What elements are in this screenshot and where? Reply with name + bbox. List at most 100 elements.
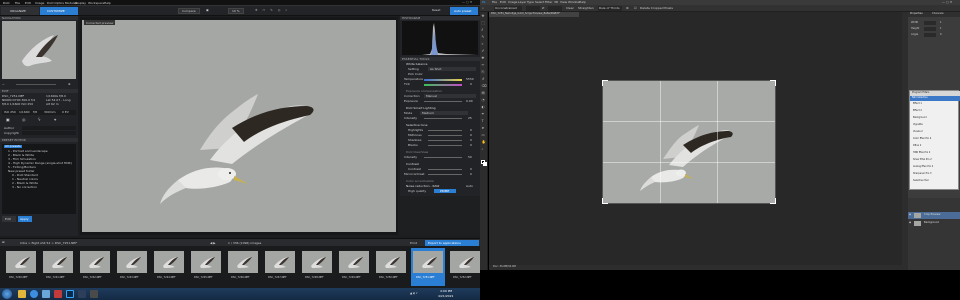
filmstrip-thumbnail[interactable]: DSC_7244.NEF — [152, 248, 186, 286]
menu-file[interactable]: File — [15, 1, 20, 5]
overlay-dropdown[interactable]: Rule of Thirds — [598, 6, 622, 11]
ps-menu-image[interactable]: Image — [508, 1, 517, 4]
tone-value[interactable]: 0 — [470, 144, 472, 147]
nav-arrows[interactable]: ◀ ▶ — [210, 241, 216, 245]
clear-button[interactable]: Clear — [566, 7, 574, 10]
properties-tab[interactable]: Properties — [910, 12, 923, 16]
taskbar-app-browser[interactable] — [30, 290, 38, 298]
taskbar-app-photoshop[interactable] — [66, 290, 74, 298]
contrast-title[interactable]: Contrast — [406, 163, 419, 166]
filmstrip-thumbnail[interactable]: DSC_7246.NEF — [226, 248, 260, 286]
filmstrip-thumbnail[interactable]: DSC_7240.NEF — [4, 248, 38, 286]
author-field[interactable] — [22, 126, 76, 130]
crop-handle[interactable] — [770, 198, 776, 204]
filmstrip-thumbnail[interactable]: DSC_7250.NEF — [374, 248, 408, 286]
high-quality-label[interactable]: High quality — [408, 190, 426, 193]
plugin-menu-item[interactable]: Selective Tool — [913, 179, 929, 182]
clock-time[interactable]: 4:09 PM — [440, 290, 452, 293]
correction-dropdown[interactable]: Manual — [424, 94, 476, 98]
contrast-slider[interactable] — [428, 169, 462, 170]
plugin-menu-item[interactable]: Sharpener Pro 3 — [913, 172, 932, 175]
reset-button[interactable]: Reset — [428, 8, 446, 14]
dodge-icon[interactable]: ◐ — [482, 105, 485, 110]
width-input[interactable] — [526, 6, 540, 11]
plugin-menu-item[interactable]: Silver Efex Pro 2 — [913, 158, 932, 161]
document-tab[interactable]: DSC_7251_NeCollga_G1/U_Scrgs Preview_Ba8… — [489, 12, 579, 17]
intensity-slider[interactable] — [424, 118, 462, 119]
selective-tone-title[interactable]: Selective tone — [406, 124, 427, 127]
tone-value[interactable]: 0 — [470, 129, 472, 132]
ps-menu-select[interactable]: Select — [535, 1, 544, 4]
background-color-swatch[interactable] — [483, 162, 487, 166]
crop-handle[interactable] — [602, 80, 608, 86]
layer-visibility-eye-icon[interactable]: ◉ — [909, 213, 911, 217]
zoom-field[interactable]: 10 % — [228, 8, 244, 14]
zoom-out-icon[interactable]: − — [2, 83, 5, 86]
microcontrast-slider[interactable] — [428, 174, 462, 175]
tab-customize[interactable]: CUSTOMIZE — [40, 7, 78, 15]
ps-window-controls[interactable]: — ▢ ✕ — [942, 0, 952, 4]
compare-button[interactable]: Compare — [178, 8, 200, 14]
mode-dropdown[interactable]: Medium — [420, 111, 468, 115]
history-brush-icon[interactable]: ↺ — [482, 77, 485, 82]
menu-image[interactable]: Image — [35, 1, 44, 5]
shape-tool-icon[interactable]: ▭ — [482, 133, 485, 138]
filmstrip-thumbnail[interactable]: DSC_7243.NEF — [115, 248, 149, 286]
plugin-menu-item[interactable]: Vignette — [913, 123, 923, 126]
hand-tool-icon[interactable]: ✋ — [482, 140, 486, 145]
ps-menu-help[interactable]: Help — [579, 1, 586, 4]
ps-menu-file[interactable]: File — [492, 1, 497, 4]
toolbar-tool-icons[interactable]: ✥ ▭ ✎ ◎ ⌖ — [255, 8, 289, 12]
height-input[interactable] — [548, 6, 562, 11]
edit-preset-button[interactable]: Edit — [2, 216, 16, 222]
plugin-menu-item[interactable]: Analog Efex Pro 2 — [913, 165, 933, 168]
filmstrip-thumbnail[interactable]: DSC_7248.NEF — [300, 248, 334, 286]
fit-icon[interactable]: ▣ — [206, 9, 209, 12]
filmstrip-thumbnail[interactable]: DSC_7242.NEF — [78, 248, 112, 286]
tone-slider[interactable] — [428, 135, 462, 136]
microcontrast-value[interactable]: 0 — [470, 173, 472, 176]
preset-item[interactable]: 3 - No correction — [12, 186, 37, 189]
temperature-slider[interactable] — [424, 79, 462, 81]
ps-menu-edit[interactable]: Edit — [500, 1, 506, 4]
tone-value[interactable]: 0 — [470, 134, 472, 137]
prop-input[interactable] — [924, 21, 936, 25]
ps-menu-filter[interactable]: Filter — [545, 1, 552, 4]
taskbar-app-misc[interactable] — [90, 290, 98, 298]
color-accent-title[interactable]: Color accentuation — [406, 180, 434, 183]
taskbar-app-lightroom[interactable] — [78, 290, 86, 298]
smart-lighting-title[interactable]: DxO Smart Lighting — [406, 107, 436, 110]
zoom-slider[interactable] — [16, 84, 56, 85]
zoom-in-icon[interactable]: ⊕ — [68, 83, 71, 86]
ps-menu-3d[interactable]: 3D — [554, 1, 558, 4]
taskbar-app-explorer[interactable] — [18, 290, 26, 298]
menu-optics[interactable]: DxO Optics Modules — [47, 1, 77, 5]
ratio-dropdown[interactable]: Unconstrained — [494, 6, 522, 11]
navigator-zoom-bar[interactable]: − ⊕ — [2, 82, 76, 87]
plugin-submenu-header[interactable]: Nik Collection — [910, 96, 960, 101]
crop-tool-icon[interactable]: ⌗ — [482, 6, 484, 10]
ps-menu-layer[interactable]: Layer — [518, 1, 526, 4]
filmstrip-thumbnail[interactable]: DSC_7245.NEF — [189, 248, 223, 286]
move-tool-icon[interactable]: ✥ — [482, 14, 485, 19]
pick-color-label[interactable]: Pick Color — [408, 73, 423, 76]
clearview-title[interactable]: DxO ClearView — [406, 151, 428, 154]
ps-menu-type[interactable]: Type — [527, 1, 534, 4]
settings-gear-icon[interactable]: ⚙ — [626, 6, 629, 10]
layer-row[interactable]: ◉ Background — [908, 220, 960, 227]
filmstrip-thumbnail[interactable]: DSC_7251.NEF — [411, 248, 445, 286]
ps-canvas[interactable] — [602, 80, 776, 204]
image-viewer[interactable]: Corrected preview — [80, 17, 398, 235]
plugin-menu-item[interactable]: Dfine 2 — [913, 144, 921, 147]
lasso-tool-icon[interactable]: ℓ — [482, 28, 483, 33]
intensity-value[interactable]: 25 — [468, 117, 472, 120]
path-select-icon[interactable]: ➤ — [482, 126, 485, 131]
start-button[interactable] — [2, 289, 12, 299]
layer-visibility-eye-icon[interactable]: ◉ — [909, 221, 911, 225]
crop-handle[interactable] — [770, 80, 776, 86]
exposure-comp-title[interactable]: Exposure compensation — [406, 90, 442, 93]
exposure-value[interactable]: 0.00 — [466, 100, 473, 103]
plugin-menu-item[interactable]: Effect 2 — [913, 109, 922, 112]
menu-display[interactable]: Display — [75, 1, 86, 5]
clock-date[interactable]: 4/21/2021 — [438, 294, 453, 298]
